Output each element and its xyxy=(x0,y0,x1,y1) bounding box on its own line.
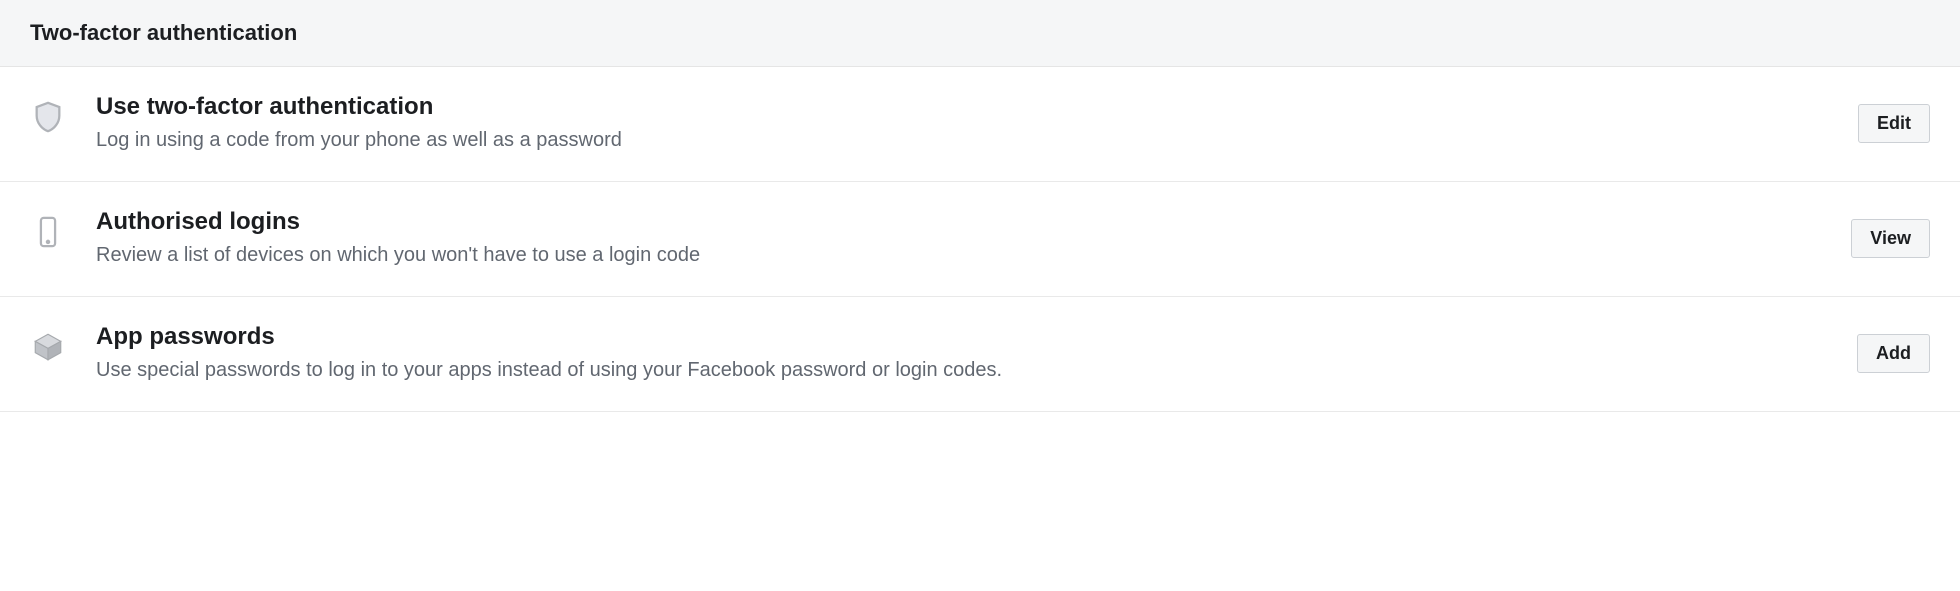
row-action: Add xyxy=(1857,334,1930,373)
section-header: Two-factor authentication xyxy=(0,0,1960,67)
add-button[interactable]: Add xyxy=(1857,334,1930,373)
row-title: Authorised logins xyxy=(96,208,1831,236)
view-button[interactable]: View xyxy=(1851,219,1930,258)
row-content: App passwords Use special passwords to l… xyxy=(96,323,1837,383)
row-title: App passwords xyxy=(96,323,1837,351)
section-title: Two-factor authentication xyxy=(30,20,1930,46)
cube-icon xyxy=(30,329,66,365)
row-content: Authorised logins Review a list of devic… xyxy=(96,208,1831,268)
row-two-factor: Use two-factor authentication Log in usi… xyxy=(0,67,1960,182)
edit-button[interactable]: Edit xyxy=(1858,104,1930,143)
shield-icon xyxy=(30,99,66,135)
row-description: Review a list of devices on which you wo… xyxy=(96,242,1831,268)
row-action: Edit xyxy=(1858,104,1930,143)
row-description: Log in using a code from your phone as w… xyxy=(96,127,1838,153)
row-description: Use special passwords to log in to your … xyxy=(96,357,1837,383)
phone-icon xyxy=(30,214,66,250)
row-title: Use two-factor authentication xyxy=(96,93,1838,121)
row-action: View xyxy=(1851,219,1930,258)
row-authorised-logins: Authorised logins Review a list of devic… xyxy=(0,182,1960,297)
row-app-passwords: App passwords Use special passwords to l… xyxy=(0,297,1960,412)
row-content: Use two-factor authentication Log in usi… xyxy=(96,93,1838,153)
